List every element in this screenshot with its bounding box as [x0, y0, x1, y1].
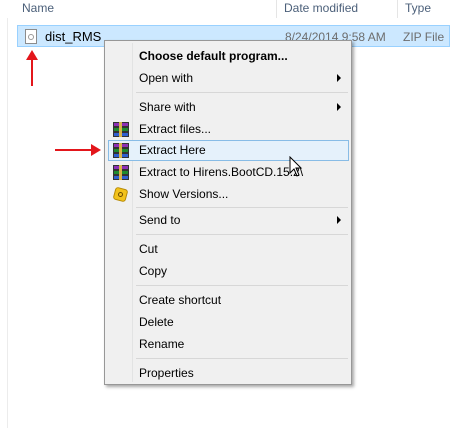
winrar-icon	[113, 122, 129, 137]
menu-item-choose-default-program[interactable]: Choose default program...	[108, 46, 349, 67]
menu-separator	[136, 207, 348, 208]
versions-icon	[112, 186, 129, 203]
menu-item-label: Share with	[139, 100, 196, 114]
menu-item-extract-files[interactable]: Extract files...	[108, 119, 349, 140]
menu-item-open-with[interactable]: Open with	[108, 68, 349, 89]
column-header-row: Name Date modified Type	[0, 0, 450, 18]
menu-item-send-to[interactable]: Send to	[108, 210, 349, 231]
column-divider[interactable]	[397, 0, 398, 18]
menu-item-cut[interactable]: Cut	[108, 239, 349, 260]
menu-item-label: Copy	[139, 264, 168, 278]
menu-item-label: Rename	[139, 337, 185, 351]
menu-separator	[136, 234, 348, 235]
column-divider[interactable]	[276, 0, 277, 18]
menu-item-label: Properties	[139, 366, 194, 380]
file-name: dist_RMS	[45, 29, 102, 44]
menu-item-copy[interactable]: Copy	[108, 261, 349, 282]
column-date-modified[interactable]: Date modified	[284, 1, 358, 15]
menu-item-label: Extract Here	[139, 143, 206, 157]
winrar-icon	[113, 143, 129, 158]
submenu-arrow-icon	[337, 74, 341, 82]
submenu-arrow-icon	[337, 216, 341, 224]
submenu-arrow-icon	[337, 103, 341, 111]
menu-item-label: Extract files...	[139, 122, 212, 136]
menu-item-create-shortcut[interactable]: Create shortcut	[108, 290, 349, 311]
menu-item-label: Open with	[139, 71, 194, 85]
menu-item-label: Choose default program...	[139, 49, 288, 63]
menu-item-label: Show Versions...	[139, 187, 229, 201]
column-type[interactable]: Type	[405, 1, 431, 15]
context-menu: Choose default program... Open with Shar…	[104, 40, 352, 385]
menu-item-share-with[interactable]: Share with	[108, 97, 349, 118]
menu-item-label: Delete	[139, 315, 174, 329]
menu-item-label: Cut	[139, 242, 158, 256]
menu-item-label: Create shortcut	[139, 293, 222, 307]
menu-item-properties[interactable]: Properties	[108, 363, 349, 384]
winrar-icon	[113, 165, 129, 180]
mouse-pointer-icon	[289, 156, 303, 177]
menu-item-extract-to-folder[interactable]: Extract to Hirens.BootCD.15.2\	[108, 162, 349, 183]
zip-file-icon	[25, 29, 37, 44]
menu-separator	[136, 285, 348, 286]
file-type: ZIP File	[403, 30, 445, 44]
red-arrow-up-annotation	[26, 50, 38, 86]
menu-item-rename[interactable]: Rename	[108, 334, 349, 355]
menu-separator	[136, 92, 348, 93]
menu-separator	[136, 358, 348, 359]
menu-item-extract-here[interactable]: Extract Here	[108, 140, 349, 161]
menu-item-show-versions[interactable]: Show Versions...	[108, 184, 349, 205]
pane-border	[7, 18, 8, 428]
column-name[interactable]: Name	[22, 1, 54, 15]
menu-item-label: Send to	[139, 213, 181, 227]
menu-item-label: Extract to Hirens.BootCD.15.2\	[139, 165, 304, 179]
menu-item-delete[interactable]: Delete	[108, 312, 349, 333]
red-arrow-right-annotation	[55, 144, 103, 156]
